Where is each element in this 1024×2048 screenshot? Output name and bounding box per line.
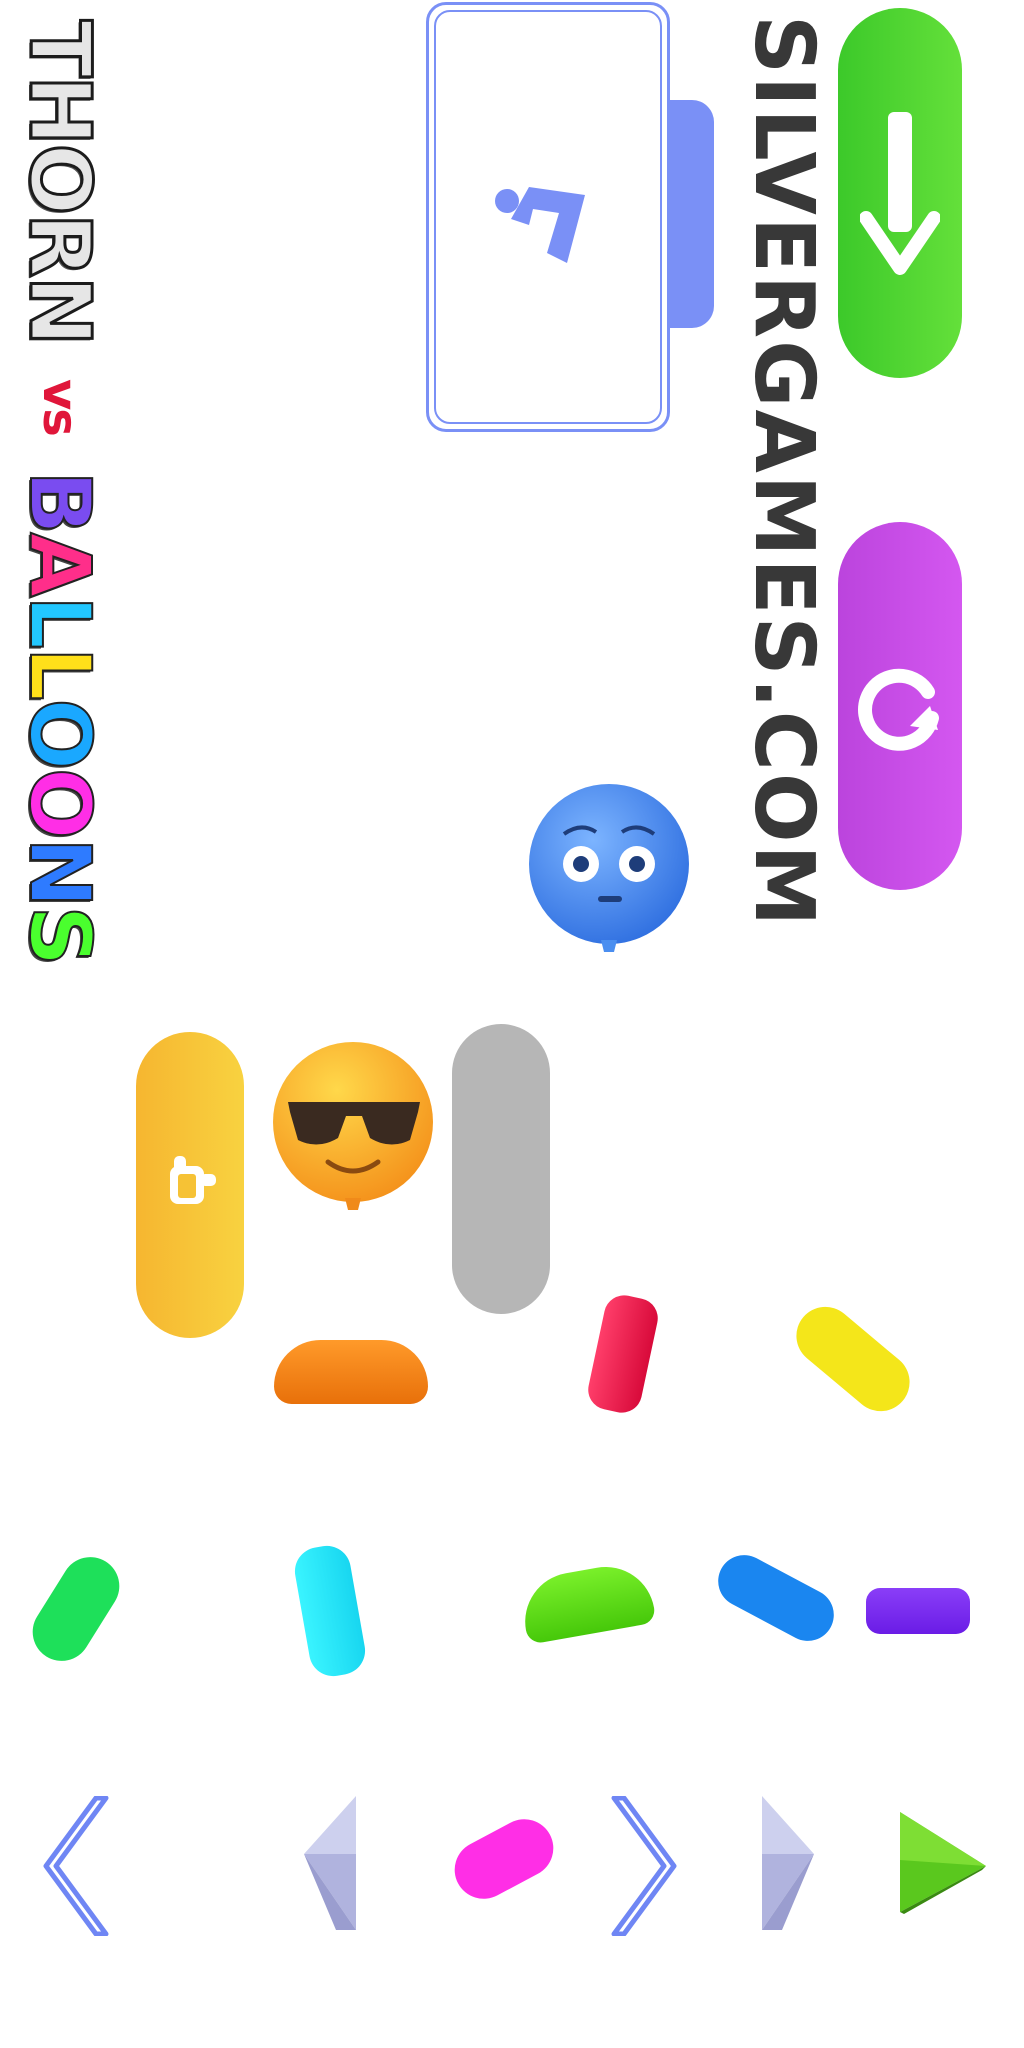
logo-letter: L [10,594,110,648]
hint-panel[interactable] [426,2,670,432]
shape-red[interactable] [584,1291,662,1417]
shape-orange[interactable] [274,1340,428,1404]
download-button[interactable] [838,8,962,378]
shape-blue[interactable] [709,1545,843,1651]
chevron-right-icon [762,1796,814,1930]
shape-green[interactable] [21,1546,131,1672]
play-icon [900,1812,986,1914]
nav-next-fast-button[interactable] [608,1795,682,1937]
shape-violet[interactable] [866,1588,970,1634]
nav-next-button[interactable] [756,1796,822,1930]
logo-thorn: THORN [10,19,111,346]
logo-letter: L [10,646,110,700]
logo-vs: vs [32,379,88,436]
logo-letter: O [10,767,110,838]
shape-cyan[interactable] [291,1542,369,1680]
logo-letter: N [10,836,110,906]
balloon-blue[interactable] [526,782,692,958]
nav-prev-button[interactable] [296,1796,362,1930]
restart-icon [858,668,939,751]
site-title: SILVERGAMES.COM [736,15,831,929]
shape-lime[interactable] [517,1559,657,1645]
play-button[interactable] [898,1810,988,1914]
logo-letter: A [10,531,110,596]
shape-yellow[interactable] [784,1295,922,1423]
restart-button[interactable] [838,522,962,890]
game-logo: THORN vs BALLOONS [10,19,111,966]
nav-prev-fast-button[interactable] [38,1795,112,1937]
arrow-down-icon [860,112,940,275]
gray-button[interactable] [452,1024,550,1314]
chevron-left-icon [304,1796,356,1930]
hand-button[interactable] [136,1032,244,1338]
logo-balloons: BALLOONS [10,469,110,965]
shape-magenta[interactable] [444,1808,564,1910]
double-chevron-right-icon [611,1795,677,1937]
question-icon [495,187,585,263]
logo-letter: B [10,469,110,533]
logo-letter: S [10,905,110,965]
logo-letter: O [10,697,110,768]
pointer-hand-icon [170,1156,216,1204]
double-chevron-left-icon [43,1795,109,1937]
balloon-sunglasses[interactable] [270,1040,436,1216]
